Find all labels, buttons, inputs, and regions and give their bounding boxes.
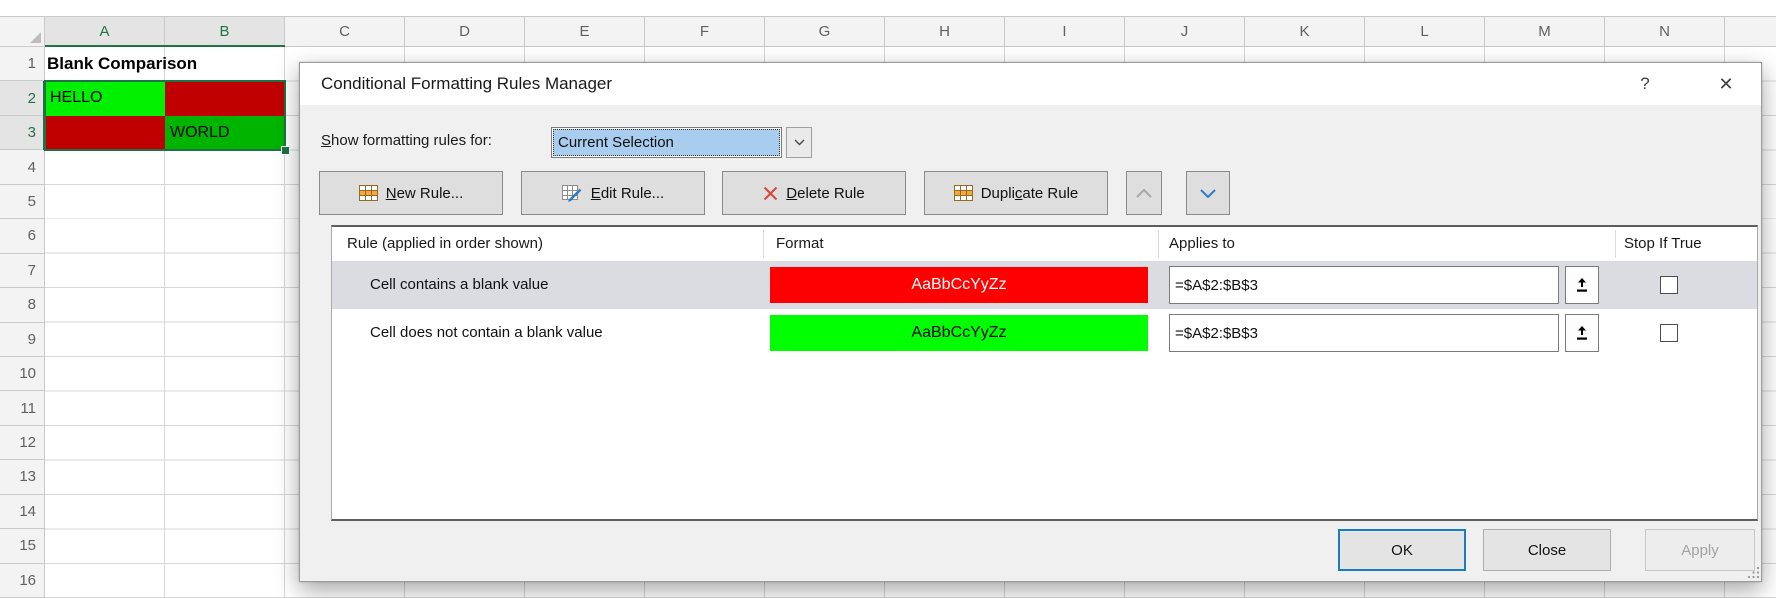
select-all-corner[interactable] — [0, 17, 45, 46]
row-header-1[interactable]: 1 — [0, 47, 44, 81]
column-header-a[interactable]: A — [45, 17, 165, 46]
column-header-l[interactable]: L — [1365, 17, 1485, 46]
table-grid-icon — [359, 185, 378, 201]
chevron-up-icon — [1136, 189, 1152, 198]
row-header-14[interactable]: 14 — [0, 495, 44, 529]
column-header-f[interactable]: F — [645, 17, 765, 46]
dialog-titlebar[interactable]: Conditional Formatting Rules Manager ? ✕ — [300, 63, 1761, 105]
help-button[interactable]: ? — [1623, 63, 1667, 105]
format-preview: AaBbCcYyZz — [770, 315, 1148, 351]
rule-row-2[interactable]: Cell does not contain a blank value AaBb… — [332, 309, 1757, 357]
duplicate-rule-button[interactable]: Duplicate Rule — [924, 171, 1108, 215]
row-header-3[interactable]: 3 — [0, 116, 44, 150]
cell-a2[interactable]: HELLO — [45, 81, 165, 116]
row-header-8[interactable]: 8 — [0, 288, 44, 322]
apply-button: Apply — [1645, 529, 1755, 571]
row-headers: 12345678910111213141516 — [0, 47, 45, 598]
applies-to-input[interactable] — [1169, 266, 1559, 304]
edit-rule-label: Edit Rule... — [591, 185, 664, 202]
edit-rule-button[interactable]: Edit Rule... — [521, 171, 705, 215]
applies-to-input[interactable] — [1169, 314, 1559, 352]
dialog-title: Conditional Formatting Rules Manager — [321, 63, 612, 105]
column-header-b[interactable]: B — [165, 17, 285, 46]
collapse-dialog-icon — [1576, 326, 1588, 341]
row-header-7[interactable]: 7 — [0, 254, 44, 288]
collapse-dialog-icon — [1576, 278, 1588, 293]
column-header-k[interactable]: K — [1245, 17, 1365, 46]
row-header-11[interactable]: 11 — [0, 391, 44, 425]
resize-grip-icon[interactable] — [1747, 566, 1760, 579]
col-header-applies-to: Applies to — [1169, 227, 1235, 261]
row-header-9[interactable]: 9 — [0, 323, 44, 357]
header-separator — [1615, 230, 1616, 258]
column-header-j[interactable]: J — [1125, 17, 1245, 46]
column-header-i[interactable]: I — [1005, 17, 1125, 46]
range-picker-button[interactable] — [1565, 266, 1599, 304]
row-header-2[interactable]: 2 — [0, 81, 44, 115]
row-header-13[interactable]: 13 — [0, 460, 44, 494]
rule-description: Cell contains a blank value — [370, 261, 548, 309]
column-header-g[interactable]: G — [765, 17, 885, 46]
fill-handle[interactable] — [281, 146, 290, 155]
cell-b3[interactable]: WORLD — [165, 116, 285, 151]
cell-a3[interactable] — [45, 116, 165, 151]
delete-rule-button[interactable]: Delete Rule — [722, 171, 906, 215]
stop-if-true-checkbox[interactable] — [1660, 276, 1678, 294]
rules-list: Rule (applied in order shown) Format App… — [331, 225, 1758, 521]
rule-row-1[interactable]: Cell contains a blank value AaBbCcYyZz — [332, 261, 1757, 309]
ok-button[interactable]: OK — [1338, 529, 1466, 571]
new-rule-button[interactable]: New Rule... — [319, 171, 503, 215]
formula-bar-remnant — [0, 0, 1776, 17]
row-header-12[interactable]: 12 — [0, 426, 44, 460]
format-preview: AaBbCcYyZz — [770, 267, 1148, 303]
cell-b2[interactable] — [165, 81, 285, 116]
close-icon[interactable]: ✕ — [1704, 63, 1748, 105]
show-rules-combobox[interactable]: Current Selection — [551, 127, 782, 158]
col-header-rule: Rule (applied in order shown) — [347, 227, 543, 261]
row-header-15[interactable]: 15 — [0, 529, 44, 563]
show-rules-selected-value: Current Selection — [553, 129, 780, 156]
column-header-h[interactable]: H — [885, 17, 1005, 46]
column-header-n[interactable]: N — [1605, 17, 1725, 46]
row-header-10[interactable]: 10 — [0, 357, 44, 391]
col-header-stop-if-true: Stop If True — [1624, 227, 1702, 261]
show-rules-label: Show formatting rules for: — [321, 130, 492, 152]
row-header-16[interactable]: 16 — [0, 564, 44, 598]
column-header-m[interactable]: M — [1485, 17, 1605, 46]
combobox-dropdown-button[interactable] — [786, 127, 812, 158]
header-separator — [1158, 230, 1159, 258]
header-separator — [763, 230, 764, 258]
close-button[interactable]: Close — [1483, 529, 1611, 571]
table-grid-icon — [954, 185, 973, 201]
delete-rule-label: Delete Rule — [786, 185, 864, 202]
move-rule-down-button[interactable] — [1186, 171, 1230, 215]
red-x-icon — [763, 186, 778, 201]
move-rule-up-button[interactable] — [1126, 171, 1162, 215]
column-header-d[interactable]: D — [405, 17, 525, 46]
row-header-4[interactable]: 4 — [0, 150, 44, 184]
column-header-c[interactable]: C — [285, 17, 405, 46]
selected-range[interactable]: HELLO WORLD — [45, 81, 285, 150]
row-header-6[interactable]: 6 — [0, 219, 44, 253]
column-headers: ABCDEFGHIJKLMN — [0, 16, 1776, 47]
duplicate-rule-label: Duplicate Rule — [981, 185, 1079, 202]
new-rule-label: New Rule... — [386, 185, 464, 202]
col-header-format: Format — [776, 227, 824, 261]
conditional-formatting-rules-manager-dialog: Conditional Formatting Rules Manager ? ✕… — [299, 62, 1762, 582]
rule-description: Cell does not contain a blank value — [370, 309, 603, 357]
stop-if-true-checkbox[interactable] — [1660, 324, 1678, 342]
table-pencil-icon — [562, 185, 583, 202]
chevron-down-icon — [1200, 189, 1216, 198]
range-picker-button[interactable] — [1565, 314, 1599, 352]
column-header-filler — [1725, 17, 1776, 46]
column-header-e[interactable]: E — [525, 17, 645, 46]
row-header-5[interactable]: 5 — [0, 185, 44, 219]
chevron-down-icon — [794, 139, 805, 146]
